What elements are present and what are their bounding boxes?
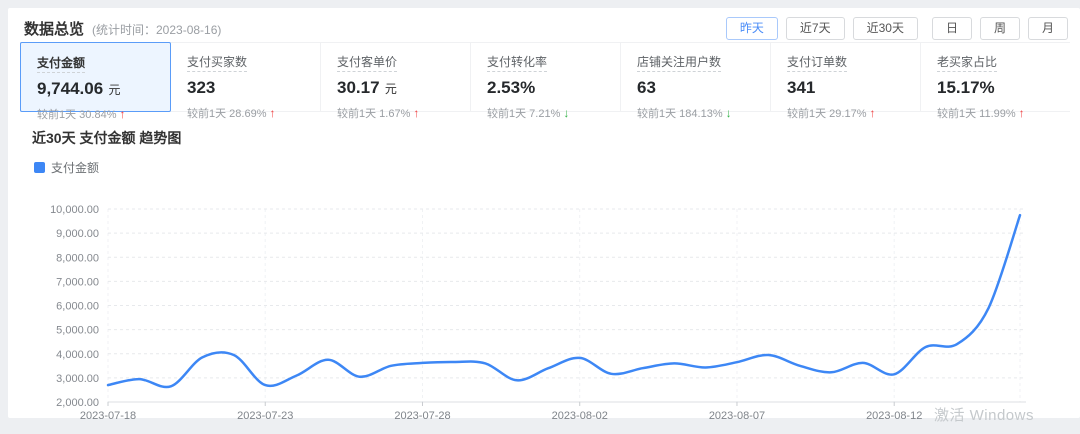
y-axis-tick-label: 8,000.00 bbox=[56, 252, 99, 264]
y-axis-tick-label: 10,000.00 bbox=[50, 204, 99, 216]
metric-value: 9,744.06 元 bbox=[37, 79, 154, 99]
metric-change: 较前1天 30.84%↑ bbox=[37, 106, 154, 122]
x-axis-tick-label: 2023-07-18 bbox=[80, 410, 136, 422]
metric-card-5[interactable]: 支付订单数341较前1天 29.17%↑ bbox=[771, 43, 921, 111]
metric-card-0[interactable]: 支付金额9,744.06 元较前1天 30.84%↑ bbox=[20, 42, 171, 112]
y-axis-tick-label: 9,000.00 bbox=[56, 228, 99, 240]
activate-windows-watermark: 激活 Windows bbox=[934, 404, 1034, 425]
metric-card-6[interactable]: 老买家占比15.17%较前1天 11.99%↑ bbox=[921, 43, 1070, 111]
metric-title: 老买家占比 bbox=[937, 53, 1054, 70]
y-axis-tick-label: 7,000.00 bbox=[56, 276, 99, 288]
legend-swatch-icon bbox=[34, 162, 45, 173]
y-axis-tick-label: 2,000.00 bbox=[56, 397, 99, 409]
chart-title: 近30天 支付金额 趋势图 bbox=[32, 128, 1080, 148]
page-title: 数据总览 bbox=[24, 18, 84, 39]
up-arrow-icon: ↑ bbox=[869, 106, 875, 120]
range-button-5[interactable]: 月 bbox=[1028, 17, 1068, 40]
range-button-4[interactable]: 周 bbox=[980, 17, 1020, 40]
metric-title: 支付客单价 bbox=[337, 53, 454, 70]
y-axis-tick-label: 4,000.00 bbox=[56, 349, 99, 361]
trend-chart-canvas: 10,000.00 9,000.00 8,000.00 7,000.00 6,000.0… bbox=[8, 182, 1068, 430]
metric-card-3[interactable]: 支付转化率2.53%较前1天 7.21%↓ bbox=[471, 43, 621, 111]
range-button-1[interactable]: 近7天 bbox=[786, 17, 845, 40]
down-arrow-icon: ↓ bbox=[563, 106, 569, 120]
trend-line[interactable] bbox=[108, 215, 1020, 387]
metric-change: 较前1天 7.21%↓ bbox=[487, 105, 604, 121]
stat-time-label: (统计时间：2023-08-16) bbox=[92, 21, 221, 38]
date-range-button-group: 昨天近7天近30天日周月 bbox=[718, 17, 1068, 40]
metric-change: 较前1天 184.13%↓ bbox=[637, 105, 754, 121]
metric-change: 较前1天 29.17%↑ bbox=[787, 105, 904, 121]
metric-change: 较前1天 11.99%↑ bbox=[937, 105, 1054, 121]
x-axis-tick-label: 2023-08-12 bbox=[866, 410, 922, 422]
metric-value: 323 bbox=[187, 78, 304, 98]
metric-title: 支付金额 bbox=[37, 54, 154, 71]
y-axis-tick-label: 3,000.00 bbox=[56, 373, 99, 385]
x-axis-tick-label: 2023-08-07 bbox=[709, 410, 765, 422]
metric-title: 支付买家数 bbox=[187, 53, 304, 70]
metric-change: 较前1天 28.69%↑ bbox=[187, 105, 304, 121]
metric-card-4[interactable]: 店铺关注用户数63较前1天 184.13%↓ bbox=[621, 43, 771, 111]
metric-card-2[interactable]: 支付客单价30.17 元较前1天 1.67%↑ bbox=[321, 43, 471, 111]
metric-title: 支付转化率 bbox=[487, 53, 604, 70]
metric-card-1[interactable]: 支付买家数323较前1天 28.69%↑ bbox=[171, 43, 321, 111]
metric-value: 30.17 元 bbox=[337, 78, 454, 98]
metric-change: 较前1天 1.67%↑ bbox=[337, 105, 454, 121]
header-bar: 数据总览 (统计时间：2023-08-16) 昨天近7天近30天日周月 bbox=[8, 8, 1080, 42]
x-axis-tick-label: 2023-07-28 bbox=[394, 410, 450, 422]
metric-value: 2.53% bbox=[487, 78, 604, 98]
metric-title: 支付订单数 bbox=[787, 53, 904, 70]
range-button-3[interactable]: 日 bbox=[932, 17, 972, 40]
trend-chart: 10,000.00 9,000.00 8,000.00 7,000.00 6,000.0… bbox=[8, 182, 1080, 430]
down-arrow-icon: ↓ bbox=[726, 106, 732, 120]
up-arrow-icon: ↑ bbox=[413, 106, 419, 120]
up-arrow-icon: ↑ bbox=[119, 107, 125, 121]
x-axis-tick-label: 2023-07-23 bbox=[237, 410, 293, 422]
metrics-row: 支付金额9,744.06 元较前1天 30.84%↑支付买家数323较前1天 2… bbox=[20, 42, 1070, 112]
metric-value: 15.17% bbox=[937, 78, 1054, 98]
chart-section: 近30天 支付金额 趋势图 支付金额 10,000.00 9,000.00 8,00… bbox=[8, 128, 1080, 430]
x-axis-tick-label: 2023-08-02 bbox=[552, 410, 608, 422]
y-axis-tick-label: 6,000.00 bbox=[56, 301, 99, 313]
up-arrow-icon: ↑ bbox=[269, 106, 275, 120]
chart-legend-item[interactable]: 支付金额 bbox=[34, 159, 99, 176]
metric-title: 店铺关注用户数 bbox=[637, 53, 754, 70]
range-button-0[interactable]: 昨天 bbox=[726, 17, 778, 40]
legend-label: 支付金额 bbox=[51, 159, 99, 176]
y-axis-tick-label: 5,000.00 bbox=[56, 325, 99, 337]
metric-value: 341 bbox=[787, 78, 904, 98]
dashboard-panel: 数据总览 (统计时间：2023-08-16) 昨天近7天近30天日周月 支付金额… bbox=[8, 8, 1080, 418]
up-arrow-icon: ↑ bbox=[1019, 106, 1025, 120]
range-button-2[interactable]: 近30天 bbox=[853, 17, 918, 40]
metric-value: 63 bbox=[637, 78, 754, 98]
